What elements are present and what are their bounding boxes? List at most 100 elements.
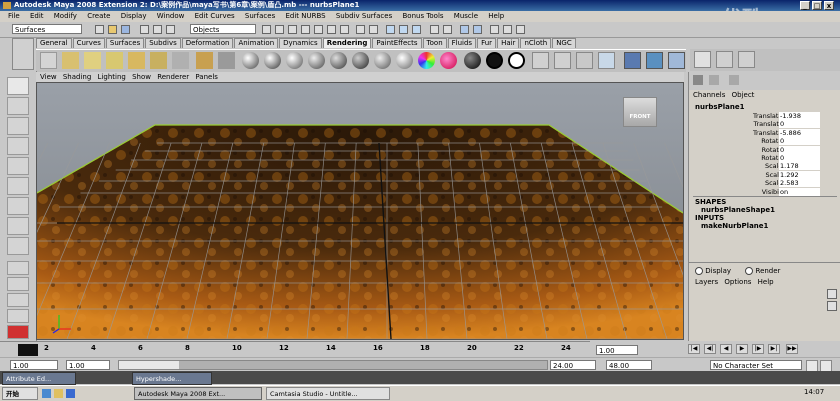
attribute-value[interactable]: -5.886 — [779, 128, 820, 137]
attribute-value[interactable]: on — [779, 187, 820, 196]
task-hypershade[interactable]: Hypershade... — [132, 372, 212, 385]
ramp-texture-icon[interactable] — [418, 52, 435, 69]
shape-name[interactable]: nurbsPlaneShape1 — [701, 206, 775, 214]
tab-toon[interactable]: Toon — [422, 38, 447, 48]
play-forwards-icon[interactable]: ▶ — [736, 344, 748, 354]
select-hierarchy-icon[interactable] — [140, 25, 149, 34]
shelf-options-icon[interactable] — [12, 38, 34, 70]
panel-menu-renderer[interactable]: Renderer — [157, 73, 189, 81]
start-time-field[interactable]: 1.00 — [10, 360, 58, 370]
assign-texture-icon[interactable] — [646, 52, 663, 69]
attribute-value[interactable]: 2.583 — [779, 179, 820, 188]
panel-menu-view[interactable]: View — [40, 73, 57, 81]
tab-fur[interactable]: Fur — [477, 38, 497, 48]
quick-launch-desktop-icon[interactable] — [66, 389, 75, 398]
select-component-icon[interactable] — [166, 25, 175, 34]
task-maya[interactable]: Autodesk Maya 2008 Ext... — [134, 387, 262, 400]
attribute-value[interactable]: 0 — [779, 145, 820, 154]
render-settings-icon[interactable] — [412, 25, 421, 34]
tab-deformation[interactable]: Deformation — [181, 38, 234, 48]
paint-select-tool-icon[interactable] — [7, 117, 29, 135]
object-name[interactable]: nurbsPlane1 — [695, 103, 744, 111]
task-camtasia[interactable]: Camtasia Studio - Untitle... — [266, 387, 390, 400]
tab-object[interactable]: Object — [732, 91, 755, 99]
menu-subdiv-surfaces[interactable]: Subdiv Surfaces — [336, 12, 392, 20]
tool-settings-toggle-icon[interactable] — [516, 25, 525, 34]
attribute-name[interactable]: Translate Y — [689, 120, 789, 128]
snap-point-icon[interactable] — [314, 25, 323, 34]
universal-manipulator-icon[interactable] — [7, 197, 29, 215]
go-to-end-icon[interactable]: ▶| — [768, 344, 780, 354]
tab-dynamics[interactable]: Dynamics — [279, 38, 322, 48]
new-layer-icon[interactable] — [827, 289, 837, 299]
ramp-shader-icon[interactable] — [374, 52, 391, 69]
ambient-light-icon[interactable] — [62, 52, 79, 69]
history-icon[interactable] — [356, 25, 365, 34]
layered-shader-icon[interactable] — [352, 52, 369, 69]
step-forward-icon[interactable]: |▶ — [752, 344, 764, 354]
attribute-name[interactable]: Visibility — [689, 188, 789, 196]
open-scene-icon[interactable] — [108, 25, 117, 34]
menu-muscle[interactable]: Muscle — [454, 12, 478, 20]
new-scene-icon[interactable] — [95, 25, 104, 34]
select-by-type-icon[interactable] — [275, 25, 284, 34]
help-question-icon[interactable] — [473, 25, 482, 34]
tab-ngc[interactable]: NGC — [552, 38, 576, 48]
range-handle[interactable] — [119, 361, 179, 369]
four-view-layout-icon[interactable] — [7, 277, 29, 291]
move-tool-icon[interactable] — [7, 137, 29, 155]
layer-menu-help[interactable]: Help — [758, 278, 774, 286]
step-back-icon[interactable]: ◀| — [704, 344, 716, 354]
menu-file[interactable]: File — [8, 12, 20, 20]
make-live-icon[interactable] — [340, 25, 349, 34]
layer-editor-toggle-icon[interactable] — [729, 75, 739, 85]
camera-icon[interactable] — [40, 52, 57, 69]
current-time-marker[interactable] — [18, 344, 38, 356]
current-frame-field[interactable]: 1.00 — [596, 345, 638, 355]
attribute-value[interactable]: 0 — [779, 154, 820, 162]
scale-tool-icon[interactable] — [7, 177, 29, 195]
tab-general[interactable]: General — [36, 38, 72, 48]
surface-shader-icon[interactable] — [396, 52, 413, 69]
close-button[interactable]: x — [824, 1, 834, 10]
start-button[interactable]: 开始 — [2, 387, 38, 400]
task-attribute-editor[interactable]: Attribute Ed... — [2, 372, 76, 385]
paint-tool-icon[interactable] — [694, 51, 711, 68]
single-view-layout-icon[interactable] — [7, 261, 29, 275]
display-radio[interactable] — [695, 267, 703, 275]
channel-box-toggle-icon[interactable] — [709, 75, 719, 85]
batch-render-icon[interactable] — [598, 52, 615, 69]
attribute-name[interactable]: Rotate Y — [689, 146, 789, 154]
selection-mode-dropdown[interactable]: Objects — [190, 24, 256, 34]
tab-surfaces[interactable]: Surfaces — [105, 38, 145, 48]
shelf-scroll-icon[interactable] — [668, 52, 685, 69]
end-time-field[interactable]: 48.00 — [606, 360, 652, 370]
menu-display[interactable]: Display — [121, 12, 147, 20]
snap-grid-icon[interactable] — [288, 25, 297, 34]
command-line[interactable]: Attribute Ed... Hypershade... — [0, 371, 840, 385]
viewport-3d[interactable]: FRONT — [36, 82, 684, 340]
show-manipulator-icon[interactable] — [7, 237, 29, 255]
black-shader-icon[interactable] — [486, 52, 503, 69]
view-cube[interactable]: FRONT — [623, 97, 657, 127]
quick-launch-folder-icon[interactable] — [54, 389, 63, 398]
toggle-sidebar-icon[interactable] — [460, 25, 469, 34]
attribute-name[interactable]: Scale Y — [689, 171, 789, 179]
attribute-value[interactable]: 1.292 — [779, 170, 820, 179]
input-ops-icon[interactable] — [369, 25, 378, 34]
range-bar[interactable] — [118, 360, 548, 370]
tab-curves[interactable]: Curves — [72, 38, 105, 48]
render-view-icon[interactable] — [218, 52, 235, 69]
channel-box-toggle-icon[interactable] — [490, 25, 499, 34]
lasso-tool-icon[interactable] — [7, 97, 29, 115]
tab-hair[interactable]: Hair — [497, 38, 520, 48]
layer-menu-layers[interactable]: Layers — [695, 278, 718, 286]
quick-launch-ie-icon[interactable] — [42, 389, 51, 398]
attribute-name[interactable]: Translate Z — [689, 129, 789, 137]
attribute-value[interactable]: 0 — [779, 120, 820, 129]
tab-fluids[interactable]: Fluids — [447, 38, 477, 48]
light-linking-icon[interactable] — [196, 52, 213, 69]
rotate-tool-icon[interactable] — [7, 157, 29, 175]
maximize-button[interactable]: □ — [812, 1, 822, 10]
phong-material-icon[interactable] — [286, 52, 303, 69]
